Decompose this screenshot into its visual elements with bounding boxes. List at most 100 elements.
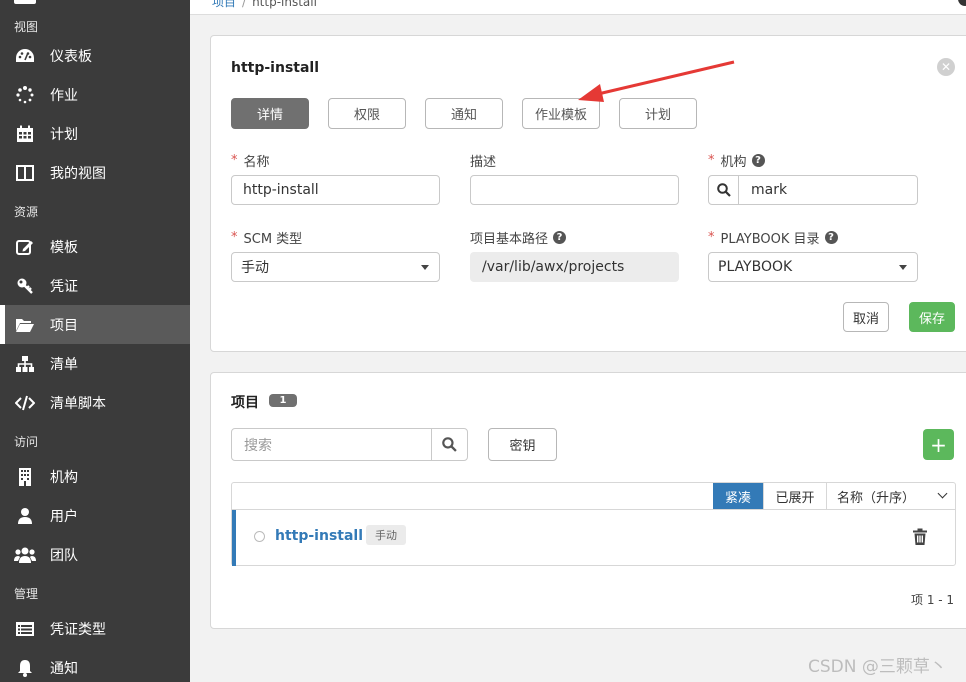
caret-down-icon [899,265,907,270]
trash-icon[interactable] [912,528,928,546]
user-icon [14,505,36,527]
dashboard-icon [14,45,36,67]
sidebar-item-credential-types[interactable]: 凭证类型 [0,609,190,648]
sidebar-item-teams[interactable]: 团队 [0,535,190,574]
required-marker: * [708,153,715,168]
compact-view-toggle[interactable]: 紧凑 [713,483,763,509]
add-button[interactable]: + [923,429,954,460]
bell-icon [14,657,36,679]
list-item: http-install 手动 [232,510,955,566]
sidebar-item-label: 项目 [50,317,78,334]
search-icon[interactable] [709,176,739,204]
key-button[interactable]: 密钥 [488,428,557,461]
sidebar-item-label: 凭证类型 [50,621,106,638]
sidebar-item-inventories[interactable]: 清单 [0,344,190,383]
scm-type-tag: 手动 [366,525,406,545]
sidebar-item-dashboard[interactable]: 仪表板 [0,36,190,75]
help-icon[interactable]: ? [824,231,838,244]
base-path-label-text: 项目基本路径 [470,232,549,247]
list-title: 项目 [231,395,259,411]
playbook-dir-label: * PLAYBOOK 目录? [708,228,838,247]
sidebar-item-organizations[interactable]: 机构 [0,457,190,496]
sidebar-item-templates[interactable]: 模板 [0,227,190,266]
base-path-label: 项目基本路径? [470,228,567,247]
description-field[interactable] [470,175,679,205]
users-icon [14,544,36,566]
sidebar-item-label: 机构 [50,469,78,486]
breadcrumb: 项目 / http-install [212,0,317,10]
sidebar-top-icon[interactable] [14,0,36,4]
projects-list: 紧凑 已展开 名称（升序） http-install 手动 [231,482,956,566]
status-icon [254,531,265,542]
top-bar: 项目 / http-install [190,0,966,15]
sidebar-item-inventory-scripts[interactable]: 清单脚本 [0,383,190,422]
help-icon[interactable]: ? [553,231,567,244]
building-icon [14,466,36,488]
sidebar-item-label: 模板 [50,239,78,256]
sidebar-section-views: 视图 [14,20,39,34]
save-button[interactable]: 保存 [909,302,955,332]
list-toolbar: 紧凑 已展开 名称（升序） [232,483,955,510]
panel-title: http-install [231,60,320,76]
sidebar-item-label: 团队 [50,547,78,564]
organization-label-text: 机构 [720,155,747,170]
tab-notifications[interactable]: 通知 [425,98,503,129]
base-path-field: /var/lib/awx/projects [470,252,679,282]
breadcrumb-current: http-install [252,0,317,9]
close-icon[interactable]: ✕ [937,58,955,76]
calendar-icon [14,123,36,145]
sort-select[interactable]: 名称（升序） [826,483,956,509]
sidebar-item-label: 通知 [50,660,78,677]
count-badge: 1 [269,394,297,407]
sitemap-icon [14,353,36,375]
playbook-dir-value: PLAYBOOK [718,259,793,275]
sidebar-item-label: 计划 [50,126,78,143]
sidebar-item-my-view[interactable]: 我的视图 [0,153,190,192]
pagination: 项 1 - 1 [911,593,955,607]
sidebar-item-credentials[interactable]: 凭证 [0,266,190,305]
organization-value: mark [751,182,788,198]
scm-type-select[interactable]: 手动 [231,252,440,282]
tab-details[interactable]: 详情 [231,98,309,129]
watermark: CSDN @三颗草丶 [808,657,947,677]
sidebar-item-projects[interactable]: 项目 [0,305,190,344]
sidebar-item-label: 凭证 [50,278,78,295]
sidebar-section-access: 访问 [14,435,39,449]
required-marker: * [708,230,715,245]
tab-permissions[interactable]: 权限 [328,98,406,129]
sidebar-item-jobs[interactable]: 作业 [0,75,190,114]
folder-open-icon [14,314,36,336]
organization-label: * 机构? [708,151,765,170]
edit-icon [14,236,36,258]
sidebar-item-notifications[interactable]: 通知 [0,648,190,682]
project-name-link[interactable]: http-install [275,528,363,544]
cancel-button[interactable]: 取消 [843,302,889,332]
code-icon [14,392,36,414]
breadcrumb-separator: / [242,0,247,9]
organization-lookup[interactable]: mark [708,175,918,205]
search-icon[interactable] [431,429,467,460]
key-icon [14,275,36,297]
help-icon[interactable]: ? [751,154,765,167]
caret-down-icon [421,265,429,270]
playbook-dir-select[interactable]: PLAYBOOK [708,252,918,282]
chevron-down-icon [937,488,948,499]
breadcrumb-parent-link[interactable]: 项目 [212,0,236,9]
projects-list-panel: 项目 1 搜索 密钥 + 紧凑 已展开 名称（升序） http-install … [210,372,966,629]
scm-type-value: 手动 [241,260,269,276]
top-right-icon[interactable] [958,0,966,6]
scm-type-label: * SCM 类型 [231,228,302,247]
name-label: * 名称 [231,151,270,170]
search-input[interactable]: 搜索 [232,429,431,460]
sidebar-item-label: 仪表板 [50,48,92,65]
annotation-arrow [578,60,735,102]
name-field[interactable]: http-install [231,175,440,205]
list-alt-icon [14,618,36,640]
columns-icon [14,162,36,184]
scm-type-label-text: SCM 类型 [243,232,303,247]
required-marker: * [231,153,238,168]
sidebar-item-label: 清单脚本 [50,395,106,412]
sidebar-item-schedules[interactable]: 计划 [0,114,190,153]
sidebar-item-users[interactable]: 用户 [0,496,190,535]
expanded-view-toggle[interactable]: 已展开 [763,483,826,509]
